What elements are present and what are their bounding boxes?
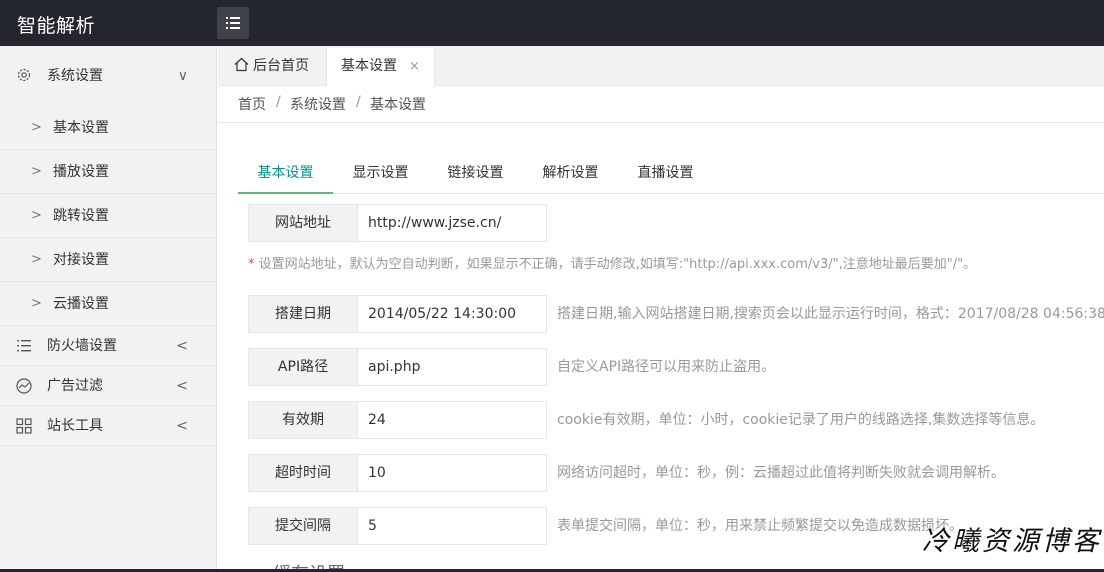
sidebar-item-label: 播放设置: [53, 164, 109, 180]
home-icon: [234, 57, 249, 72]
sidebar-item-label: 基本设置: [53, 120, 109, 136]
site-url-input[interactable]: http://www.jzse.cn/: [357, 204, 547, 242]
breadcrumb-separator: /: [356, 94, 361, 110]
tab-display[interactable]: 显示设置: [333, 153, 428, 194]
sidebar-group-label: 防火墙设置: [47, 338, 117, 354]
sidebar-item-redirect[interactable]: > 跳转设置: [0, 194, 216, 238]
sidebar-group-tools[interactable]: 站长工具 <: [0, 406, 216, 446]
timeout-tip: 网络访问超时，单位：秒，例：云播超过此值将判断失败就会调用解析。: [557, 465, 1005, 481]
chevron-right-icon: >: [31, 120, 42, 135]
timeout-input[interactable]: 10: [357, 454, 547, 492]
sidebar-item-playback[interactable]: > 播放设置: [0, 150, 216, 194]
chevron-right-icon: >: [31, 164, 42, 179]
menu-toggle-button[interactable]: [217, 7, 249, 39]
build-date-label: 搭建日期: [248, 295, 358, 333]
tab-label: 基本设置: [341, 58, 397, 74]
sidebar-group-label: 系统设置: [47, 68, 103, 84]
tab-live[interactable]: 直播设置: [618, 153, 713, 194]
chevron-left-icon: <: [176, 418, 188, 434]
list-icon: [17, 340, 31, 352]
sidebar-group-label: 广告过滤: [47, 378, 103, 394]
breadcrumb: 首页 / 系统设置 / 基本设置: [218, 86, 1104, 123]
sidebar-item-integration[interactable]: > 对接设置: [0, 238, 216, 282]
tab-basic-settings[interactable]: 基本设置 ×: [326, 48, 435, 87]
api-path-label: API路径: [248, 348, 358, 386]
breadcrumb-separator: /: [276, 94, 281, 110]
sidebar: 系统设置 ∨ > 基本设置 > 播放设置 > 跳转设置 > 对接设置 > 云播设…: [0, 46, 217, 572]
submit-interval-label: 提交间隔: [248, 507, 358, 545]
chevron-right-icon: >: [31, 252, 42, 267]
top-header: 智能解析: [0, 0, 1104, 46]
chevron-down-icon: ∨: [177, 68, 188, 84]
watermark: 冷曦资源博客: [922, 526, 1102, 557]
expiry-tip: cookie有效期，单位：小时，cookie记录了用户的线路选择,集数选择等信息…: [557, 412, 1045, 428]
tab-home[interactable]: 后台首页: [220, 48, 323, 86]
chevron-left-icon: <: [176, 338, 188, 354]
breadcrumb-system[interactable]: 系统设置: [290, 94, 346, 114]
grid-icon: [16, 418, 32, 434]
tab-label: 后台首页: [253, 58, 309, 74]
tab-parse[interactable]: 解析设置: [523, 153, 618, 194]
sidebar-group-label: 站长工具: [47, 418, 103, 434]
submit-interval-input[interactable]: 5: [357, 507, 547, 545]
hamburger-icon: [226, 17, 240, 29]
sidebar-item-basic[interactable]: > 基本设置: [0, 106, 216, 150]
breadcrumb-current: 基本设置: [370, 97, 426, 113]
chevron-right-icon: >: [31, 296, 42, 311]
site-url-hint-text: 设置网站地址，默认为空自动判断，如果显示不正确，请手动修改,如填写:"http:…: [254, 257, 977, 272]
sidebar-group-system[interactable]: 系统设置 ∨: [0, 46, 216, 106]
chart-icon: [16, 378, 32, 394]
timeout-label: 超时时间: [248, 454, 358, 492]
sidebar-item-label: 云播设置: [53, 296, 109, 312]
sidebar-item-label: 对接设置: [53, 252, 109, 268]
tab-links[interactable]: 链接设置: [428, 153, 523, 194]
site-url-hint: * 设置网站地址，默认为空自动判断，如果显示不正确，请手动修改,如填写:"htt…: [248, 253, 976, 272]
sidebar-item-label: 跳转设置: [53, 208, 109, 224]
gear-icon: [17, 68, 31, 82]
main-content: 基本设置 显示设置 链接设置 解析设置 直播设置 网站地址 http://www…: [218, 123, 1104, 572]
expiry-input[interactable]: 24: [357, 401, 547, 439]
tab-basic[interactable]: 基本设置: [238, 153, 333, 194]
app-title: 智能解析: [17, 15, 96, 37]
site-url-label: 网站地址: [248, 204, 358, 242]
build-date-input[interactable]: 2014/05/22 14:30:00: [357, 295, 547, 333]
sidebar-item-cloud[interactable]: > 云播设置: [0, 282, 216, 326]
page-tabs: 后台首页 基本设置 ×: [218, 46, 1104, 87]
expiry-label: 有效期: [248, 401, 358, 439]
api-path-input[interactable]: api.php: [357, 348, 547, 386]
sidebar-group-adfilter[interactable]: 广告过滤 <: [0, 366, 216, 406]
breadcrumb-home[interactable]: 首页: [238, 94, 266, 114]
sidebar-group-firewall[interactable]: 防火墙设置 <: [0, 326, 216, 366]
chevron-right-icon: >: [31, 208, 42, 223]
settings-tabs: 基本设置 显示设置 链接设置 解析设置 直播设置: [238, 153, 1104, 194]
build-date-tip: 搭建日期,输入网站搭建日期,搜索页会以此显示运行时间，格式：2017/08/28…: [557, 306, 1104, 322]
close-icon[interactable]: ×: [409, 59, 420, 74]
submit-interval-tip: 表单提交间隔，单位：秒，用来禁止频繁提交以免造成数据损坏。: [557, 518, 963, 534]
api-path-tip: 自定义API路径可以用来防止盗用。: [557, 359, 776, 375]
chevron-left-icon: <: [176, 378, 188, 394]
